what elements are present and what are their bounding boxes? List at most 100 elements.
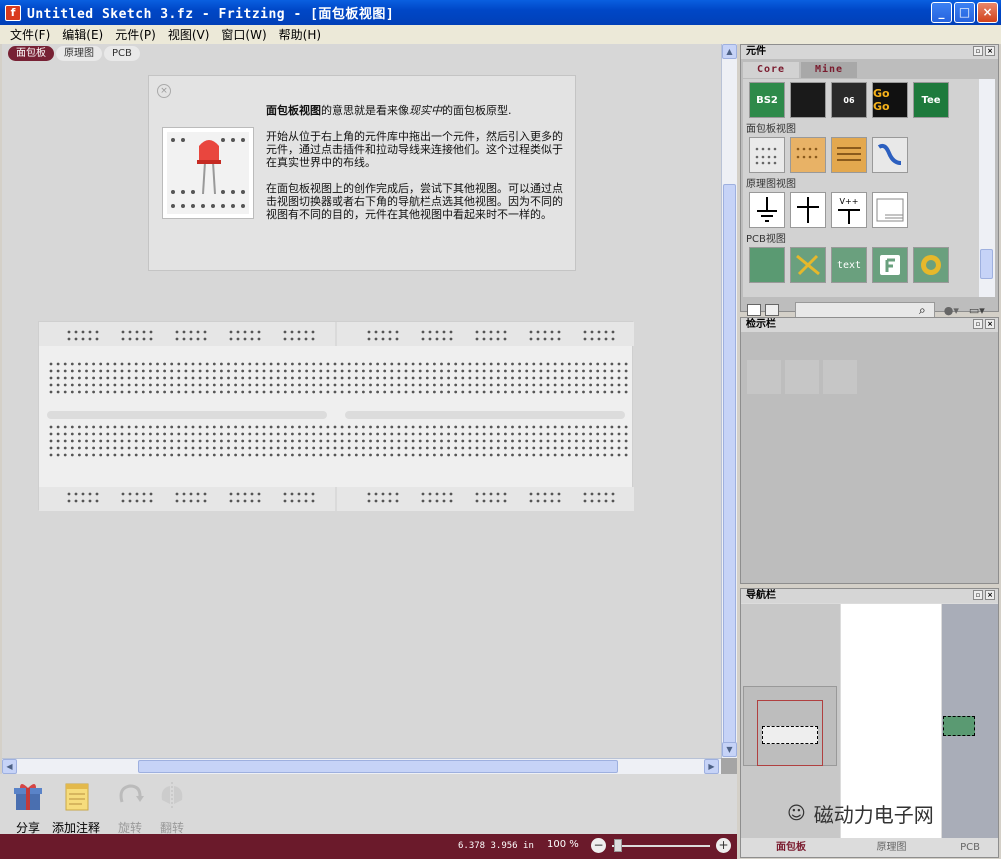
close-button[interactable]: × [977, 2, 998, 23]
list-view-icon[interactable] [765, 304, 779, 316]
menu-bar: 文件(F) 编辑(E) 元件(P) 视图(V) 窗口(W) 帮助(H) [0, 25, 1001, 44]
section-breadboard-view: 面包板视图 [746, 124, 796, 135]
part-bs2[interactable]: BS2 [749, 82, 785, 118]
navigator-title: 导航栏 [746, 590, 776, 601]
zoom-out-icon[interactable]: − [591, 838, 606, 853]
parts-bin-dock: 元件 ▫ × Core Mine BS2 06 Go Go Tee 面包板视图 原… [740, 44, 999, 318]
perfboard-icon [796, 147, 818, 159]
breadboard[interactable] [38, 321, 634, 511]
search-icon[interactable]: ⌕ [919, 303, 926, 318]
navigator-label-schematic[interactable]: 原理图 [841, 838, 942, 857]
close-icon[interactable]: × [985, 590, 995, 600]
tab-mine[interactable]: Mine [801, 62, 857, 78]
menu-window[interactable]: 窗口(W) [215, 26, 272, 43]
vertical-scroll-thumb[interactable] [723, 184, 736, 744]
part-jumper[interactable] [790, 247, 826, 283]
part-wire[interactable] [872, 137, 908, 173]
maximize-button[interactable]: □ [954, 2, 975, 23]
part-chip-icon[interactable] [790, 82, 826, 118]
close-icon[interactable]: × [985, 46, 995, 56]
tab-schematic[interactable]: 原理图 [56, 46, 102, 61]
part-menu-icon[interactable]: ●▾ [944, 304, 959, 317]
part-06[interactable]: 06 [831, 82, 867, 118]
part-gogo[interactable]: Go Go [872, 82, 908, 118]
menu-help[interactable]: 帮助(H) [273, 26, 327, 43]
close-icon[interactable]: × [157, 84, 171, 98]
vertical-scrollbar[interactable]: ▲ ▼ [721, 44, 737, 758]
breadboard-canvas[interactable]: 面包板 原理图 PCB × 面包板视图的意思就是看来像现实中的面包板原型. 开始… [2, 44, 737, 774]
scroll-up-icon[interactable]: ▲ [722, 44, 737, 59]
add-note-button[interactable]: 添加注释 [48, 780, 104, 836]
part-perfboard[interactable] [790, 137, 826, 173]
welcome-para-1: 开始从位于右上角的元件库中拖出一个元件，然后引入更多的元件，通过点击插件和拉动导… [266, 130, 563, 169]
part-tee[interactable]: Tee [913, 82, 949, 118]
note-icon [65, 783, 89, 811]
parts-bin-scrollbar[interactable] [979, 79, 995, 297]
float-icon[interactable]: ▫ [973, 46, 983, 56]
horizontal-scrollbar[interactable]: ◀ ▶ [2, 758, 721, 774]
bottom-toolbar: 分享 添加注释 旋转 翻转 [0, 774, 737, 836]
part-power[interactable] [790, 192, 826, 228]
menu-file[interactable]: 文件(F) [4, 26, 56, 43]
minimize-button[interactable]: _ [931, 2, 952, 23]
tab-pcb[interactable]: PCB [104, 46, 140, 61]
navigator-label-pcb[interactable]: PCB [942, 838, 998, 857]
power-icon [797, 197, 819, 223]
folder-menu-icon[interactable]: ▭▾ [969, 304, 985, 317]
zoom-in-icon[interactable]: + [716, 838, 731, 853]
led-breadboard-image [163, 128, 253, 218]
inspector-title: 检示栏 [746, 319, 776, 330]
zoom-slider-handle[interactable] [614, 839, 622, 852]
title-bar: f Untitled Sketch 3.fz - Fritzing - [面包板… [0, 0, 1001, 25]
tab-core[interactable]: Core [743, 62, 799, 78]
inspector-preview-schematic [785, 360, 819, 394]
parts-bin-scroll-thumb[interactable] [980, 249, 993, 279]
flip-button[interactable]: 翻转 [144, 780, 200, 836]
navigator-pcb[interactable] [942, 604, 998, 838]
ground-icon [757, 197, 777, 222]
view-switcher: 面包板 原理图 PCB [8, 46, 140, 61]
watermark-text: 磁动力电子网 [813, 803, 934, 827]
welcome-heading-italic: 现实中 [409, 104, 442, 117]
close-icon[interactable]: × [985, 319, 995, 329]
section-schematic-view: 原理图视图 [746, 179, 796, 190]
tab-breadboard[interactable]: 面包板 [8, 46, 54, 61]
wire-icon [877, 143, 902, 165]
menu-parts[interactable]: 元件(P) [109, 26, 162, 43]
part-breadboard[interactable] [749, 137, 785, 173]
icon-view-icon[interactable] [747, 304, 761, 316]
part-silkscreen-text[interactable]: text [831, 247, 867, 283]
breadboard-icon [755, 147, 777, 165]
part-stripboard[interactable] [831, 137, 867, 173]
part-logo[interactable] [872, 247, 908, 283]
menu-view[interactable]: 视图(V) [162, 26, 216, 43]
part-frame[interactable] [872, 192, 908, 228]
parts-search-input[interactable] [795, 302, 935, 318]
navigator-label-breadboard[interactable]: 面包板 [741, 838, 841, 857]
horizontal-scroll-thumb[interactable] [138, 760, 618, 773]
float-icon[interactable]: ▫ [973, 590, 983, 600]
navigator-viewport[interactable] [762, 726, 818, 744]
section-pcb-view: PCB视图 [746, 234, 786, 245]
vcc-icon [838, 208, 860, 224]
status-bar: 6.378 3.956 in 100 % − + [0, 834, 737, 859]
menu-edit[interactable]: 编辑(E) [56, 26, 109, 43]
zoom-slider[interactable] [612, 845, 710, 847]
part-vcc[interactable]: V++ [831, 192, 867, 228]
part-ground[interactable] [749, 192, 785, 228]
frame-icon [876, 198, 904, 222]
breadboard-holes [39, 322, 634, 511]
scroll-left-icon[interactable]: ◀ [2, 759, 17, 774]
inspector-preview-breadboard [747, 360, 781, 394]
part-hole[interactable] [913, 247, 949, 283]
welcome-heading-end: 的面包板原型. [442, 104, 512, 117]
wechat-icon: ☺ [787, 803, 806, 824]
scroll-down-icon[interactable]: ▼ [722, 742, 737, 757]
inspector-preview-pcb [823, 360, 857, 394]
float-icon[interactable]: ▫ [973, 319, 983, 329]
scroll-right-icon[interactable]: ▶ [704, 759, 719, 774]
parts-list: BS2 06 Go Go Tee 面包板视图 原理图视图 V++ PCB视图 t… [743, 79, 979, 297]
stripboard-icon [837, 147, 861, 161]
vcc-label: V++ [839, 196, 859, 206]
part-pcb[interactable] [749, 247, 785, 283]
